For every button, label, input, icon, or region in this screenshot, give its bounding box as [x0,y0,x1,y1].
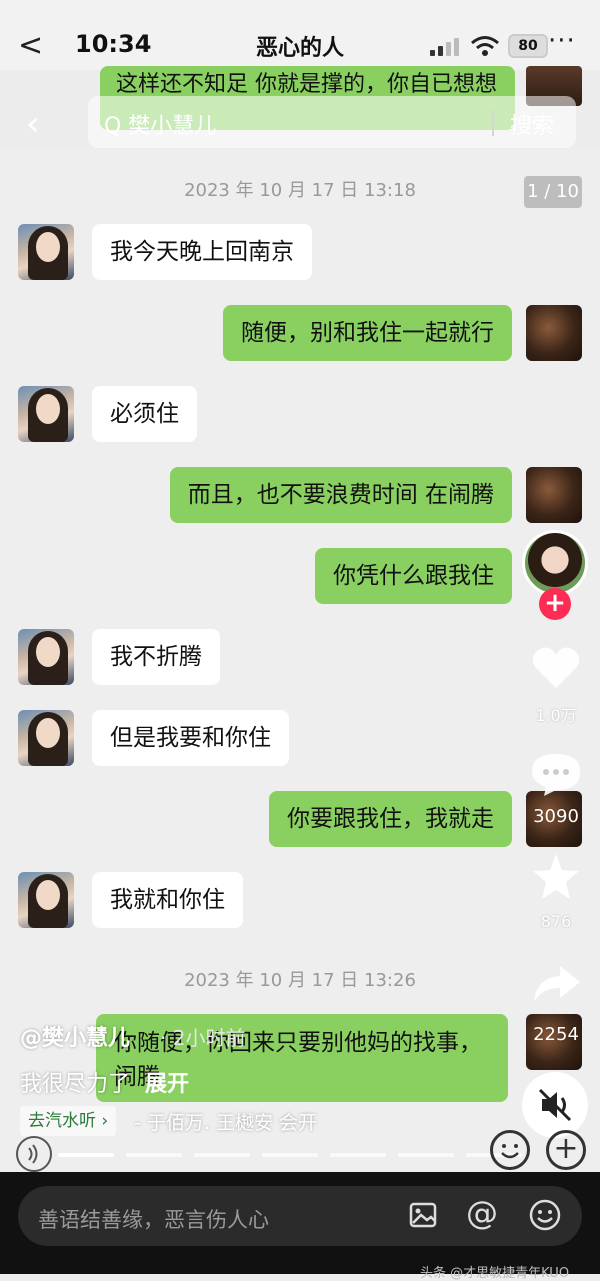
author-name[interactable]: @樊小慧儿 [20,1020,130,1052]
battery-indicator: 80 [508,34,548,58]
message-bubble-right: 你要跟我住，我就走 [269,791,512,847]
avatar [18,872,74,928]
audio-icon[interactable] [16,1136,52,1172]
share-icon[interactable] [530,962,582,1006]
avatar [18,386,74,442]
mute-button[interactable] [522,1072,588,1138]
search-query: Q 樊小慧儿 [104,114,217,139]
message-bubble-right: 你凭什么跟我住 [315,548,512,604]
wifi-icon [471,36,499,56]
divider [492,110,494,136]
expand-button[interactable]: 展开 [145,1066,189,1098]
favorite-star-icon[interactable] [530,852,582,902]
music-info[interactable]: - 于佰万. 王樾安 会开 [134,1108,317,1135]
avatar [18,224,74,280]
emoji-icon[interactable] [490,1130,530,1170]
comment-placeholder: 善语结善缘，恶言伤人心 [38,1208,269,1232]
message-bubble-right: 随便，别和我住一起就行 [223,305,512,361]
message-bubble-left: 我就和你住 [92,872,243,928]
comment-count: 3090 [533,806,579,827]
page-indicator: 1 / 10 [524,176,582,208]
progress-segments [58,1153,528,1157]
message-bubble-left: 必须住 [92,386,197,442]
avatar [18,710,74,766]
follow-button[interactable]: + [539,588,571,620]
avatar [18,629,74,685]
like-heart-icon[interactable] [530,644,582,692]
avatar [526,467,582,523]
image-icon[interactable] [408,1200,438,1230]
message-bubble-right: 而且，也不要浪费时间 在闹腾 [169,467,512,523]
message-bubble-left: 我今天晚上回南京 [92,224,312,280]
message-timestamp: 2023 年 10 月 17 日 13:26 [184,970,416,991]
plus-icon[interactable]: + [546,1130,586,1170]
watermark: 头条 @才思敏捷青年KUO [420,1266,570,1281]
mention-icon[interactable]: @ [466,1194,498,1232]
creator-avatar[interactable] [522,530,588,596]
search-button[interactable]: 搜索 [510,108,554,140]
signal-icon [430,38,462,56]
search-back-icon[interactable]: ‹ [26,104,40,144]
like-count: 1.0万 [535,706,577,725]
emoji-icon[interactable] [528,1198,562,1232]
avatar [526,305,582,361]
comment-icon[interactable] [530,752,582,798]
post-time: · 2小时前 [160,1026,246,1050]
favorite-count: 876 [540,912,572,931]
message-bubble-left: 但是我要和你住 [92,710,289,766]
message-bubble-left: 我不折腾 [92,629,220,685]
share-count: 2254 [533,1024,579,1045]
message-timestamp: 2023 年 10 月 17 日 13:18 [184,180,416,201]
music-app-tag[interactable]: 去汽水听 › [20,1106,117,1136]
mute-icon [538,1088,572,1122]
more-icon[interactable]: ··· [548,26,576,56]
video-description: 我很尽力了 [20,1072,131,1097]
